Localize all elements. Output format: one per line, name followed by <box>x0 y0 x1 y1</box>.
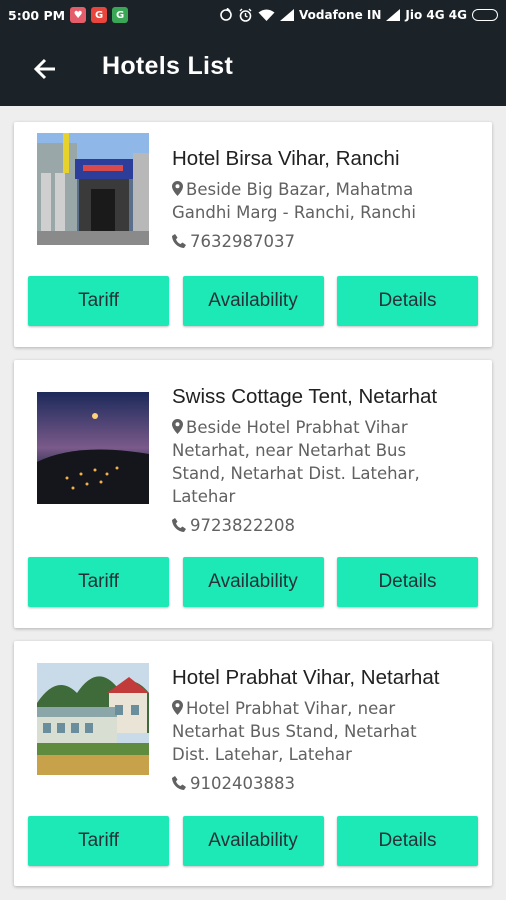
location-pin-icon <box>172 419 183 434</box>
hotel-photo <box>37 392 149 504</box>
status-left: 5:00 PM ♥ G G <box>8 7 129 23</box>
hotel-address: Beside Hotel Prabhat Vihar Netarhat, nea… <box>172 416 480 508</box>
tariff-button[interactable]: Tariff <box>28 816 169 866</box>
phone-number: 7632987037 <box>190 232 295 251</box>
hotel-phone: 9102403883 <box>172 773 480 795</box>
app-notification-icon: G <box>112 7 129 23</box>
address-line: Stand, Netarhat Dist. Latehar, <box>172 464 420 483</box>
hotel-name: Hotel Birsa Vihar, Ranchi <box>172 147 400 170</box>
address-line: Beside Hotel Prabhat Vihar <box>186 418 408 437</box>
details-button[interactable]: Details <box>337 276 478 326</box>
status-right: Vodafone IN Jio 4G 4G <box>219 8 498 23</box>
hotel-photo <box>37 133 149 245</box>
carrier-1: Vodafone IN <box>299 8 382 22</box>
tariff-button[interactable]: Tariff <box>28 276 169 326</box>
hotel-card: Hotel Prabhat Vihar, Netarhat Hotel Prab… <box>14 641 492 886</box>
phone-number: 9102403883 <box>190 774 295 793</box>
status-bar: 5:00 PM ♥ G G Vodafone IN Jio 4G 4G <box>0 0 506 30</box>
hotel-phone: 9723822208 <box>172 515 480 537</box>
address-line: Netarhat, near Netarhat Bus <box>172 441 407 460</box>
address-line: Dist. Latehar, Latehar <box>172 745 352 764</box>
wifi-icon <box>258 9 275 22</box>
arrow-left-icon <box>33 58 55 80</box>
hotel-address: Beside Big Bazar, Mahatma Gandhi Marg - … <box>172 178 480 224</box>
availability-button[interactable]: Availability <box>182 816 324 866</box>
details-button[interactable]: Details <box>337 557 478 607</box>
location-pin-icon <box>172 181 183 196</box>
hotel-name: Swiss Cottage Tent, Netarhat <box>172 385 438 408</box>
phone-icon <box>172 234 186 248</box>
battery-icon <box>472 9 498 21</box>
page-title: Hotels List <box>102 52 234 80</box>
tariff-button[interactable]: Tariff <box>28 557 169 607</box>
google-notification-icon: G <box>91 7 108 23</box>
details-button[interactable]: Details <box>337 816 478 866</box>
address-line: Latehar <box>172 487 236 506</box>
phone-icon <box>172 776 186 790</box>
back-button[interactable] <box>30 54 60 84</box>
alarm-icon <box>238 8 253 23</box>
sync-icon <box>219 8 233 22</box>
availability-button[interactable]: Availability <box>182 276 324 326</box>
availability-button[interactable]: Availability <box>182 557 324 607</box>
address-line: Netarhat Bus Stand, Netarhat <box>172 722 417 741</box>
hotel-card: Hotel Birsa Vihar, Ranchi Beside Big Baz… <box>14 122 492 347</box>
address-line: Gandhi Marg - Ranchi, Ranchi <box>172 203 416 222</box>
status-time: 5:00 PM <box>8 7 66 23</box>
hotel-name: Hotel Prabhat Vihar, Netarhat <box>172 666 440 689</box>
hotel-photo <box>37 663 149 775</box>
address-line: Hotel Prabhat Vihar, near <box>186 699 396 718</box>
phone-icon <box>172 518 186 532</box>
hotel-address: Hotel Prabhat Vihar, near Netarhat Bus S… <box>172 697 480 766</box>
location-pin-icon <box>172 700 183 715</box>
hotel-card: Swiss Cottage Tent, Netarhat Beside Hote… <box>14 360 492 628</box>
signal-icon <box>280 9 295 21</box>
phone-number: 9723822208 <box>190 516 295 535</box>
carrier-2: Jio 4G 4G <box>405 8 467 22</box>
app-bar: Hotels List <box>0 30 506 106</box>
signal-icon-2 <box>386 9 401 21</box>
heart-notification-icon: ♥ <box>70 7 87 23</box>
address-line: Beside Big Bazar, Mahatma <box>186 180 414 199</box>
hotel-phone: 7632987037 <box>172 231 480 253</box>
